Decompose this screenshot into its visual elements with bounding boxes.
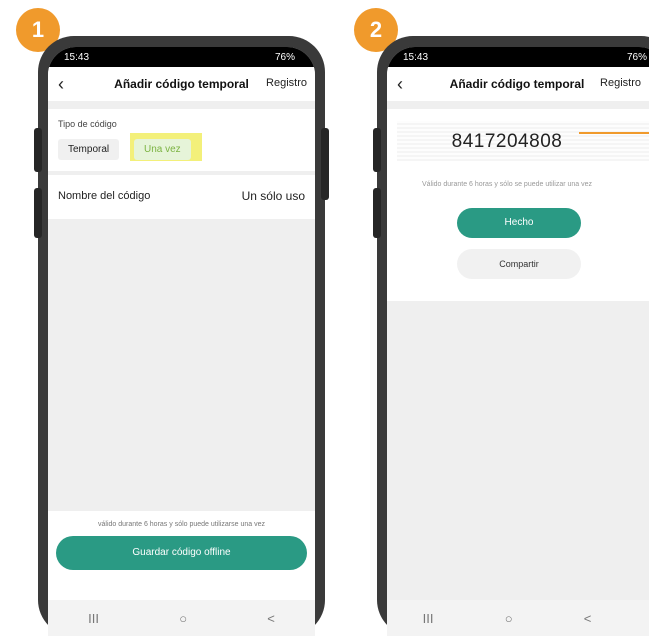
- validity-text: Válido durante 6 horas y sólo se puede u…: [421, 181, 593, 188]
- registro-link[interactable]: Registro: [266, 77, 307, 89]
- save-offline-code-button[interactable]: Guardar código offline: [56, 536, 307, 570]
- power-button: [34, 188, 42, 238]
- footer-area: válido durante 6 horas y sólo puede util…: [48, 511, 315, 600]
- phone-2: 15:43 76% ‹ Añadir código temporal Regis…: [373, 36, 649, 636]
- registro-link[interactable]: Registro: [600, 77, 641, 89]
- nav-bar: ‹ Añadir código temporal Registro: [387, 67, 649, 101]
- android-nav-bar: III ○ <: [48, 600, 315, 636]
- recents-icon[interactable]: III: [423, 611, 434, 626]
- volume-button: [373, 128, 381, 172]
- status-bar: 15:43 76%: [387, 47, 649, 67]
- phone-1: 15:43 76% ‹ Añadir código temporal Regis…: [34, 36, 329, 636]
- back-nav-icon[interactable]: <: [584, 611, 592, 626]
- info-text: válido durante 6 horas y sólo puede util…: [98, 521, 265, 528]
- home-icon[interactable]: ○: [505, 611, 513, 626]
- done-button[interactable]: Hecho: [457, 208, 581, 238]
- code-name-value: Un sólo uso: [241, 189, 305, 203]
- screen-2: 15:43 76% ‹ Añadir código temporal Regis…: [387, 47, 649, 636]
- code-accent-line: [579, 132, 649, 134]
- status-time: 15:43: [403, 51, 429, 63]
- code-name-label: Nombre del código: [58, 190, 151, 202]
- android-nav-bar: III ○ <: [387, 600, 649, 636]
- screen-1: 15:43 76% ‹ Añadir código temporal Regis…: [48, 47, 315, 636]
- home-icon[interactable]: ○: [179, 611, 187, 626]
- generated-code: 8417204808: [451, 131, 563, 152]
- status-bar: 15:43 76%: [48, 47, 315, 67]
- code-type-card: Tipo de código Temporal Una vez: [48, 109, 315, 171]
- volume-button: [34, 128, 42, 172]
- side-button: [321, 128, 329, 200]
- back-nav-icon[interactable]: <: [267, 611, 275, 626]
- code-type-label: Tipo de código: [58, 119, 117, 129]
- status-time: 15:43: [64, 51, 90, 63]
- code-card: 8417204808 Válido durante 6 horas y sólo…: [387, 109, 649, 301]
- option-una-vez[interactable]: Una vez: [134, 139, 191, 160]
- battery-indicator: 76%: [274, 51, 295, 63]
- option-temporal[interactable]: Temporal: [58, 139, 120, 160]
- share-button[interactable]: Compartir: [457, 249, 581, 279]
- battery-indicator: 76%: [626, 51, 647, 63]
- code-name-row[interactable]: Nombre del código Un sólo uso: [48, 175, 315, 219]
- nav-bar: ‹ Añadir código temporal Registro: [48, 67, 315, 101]
- recents-icon[interactable]: III: [88, 611, 99, 626]
- power-button: [373, 188, 381, 238]
